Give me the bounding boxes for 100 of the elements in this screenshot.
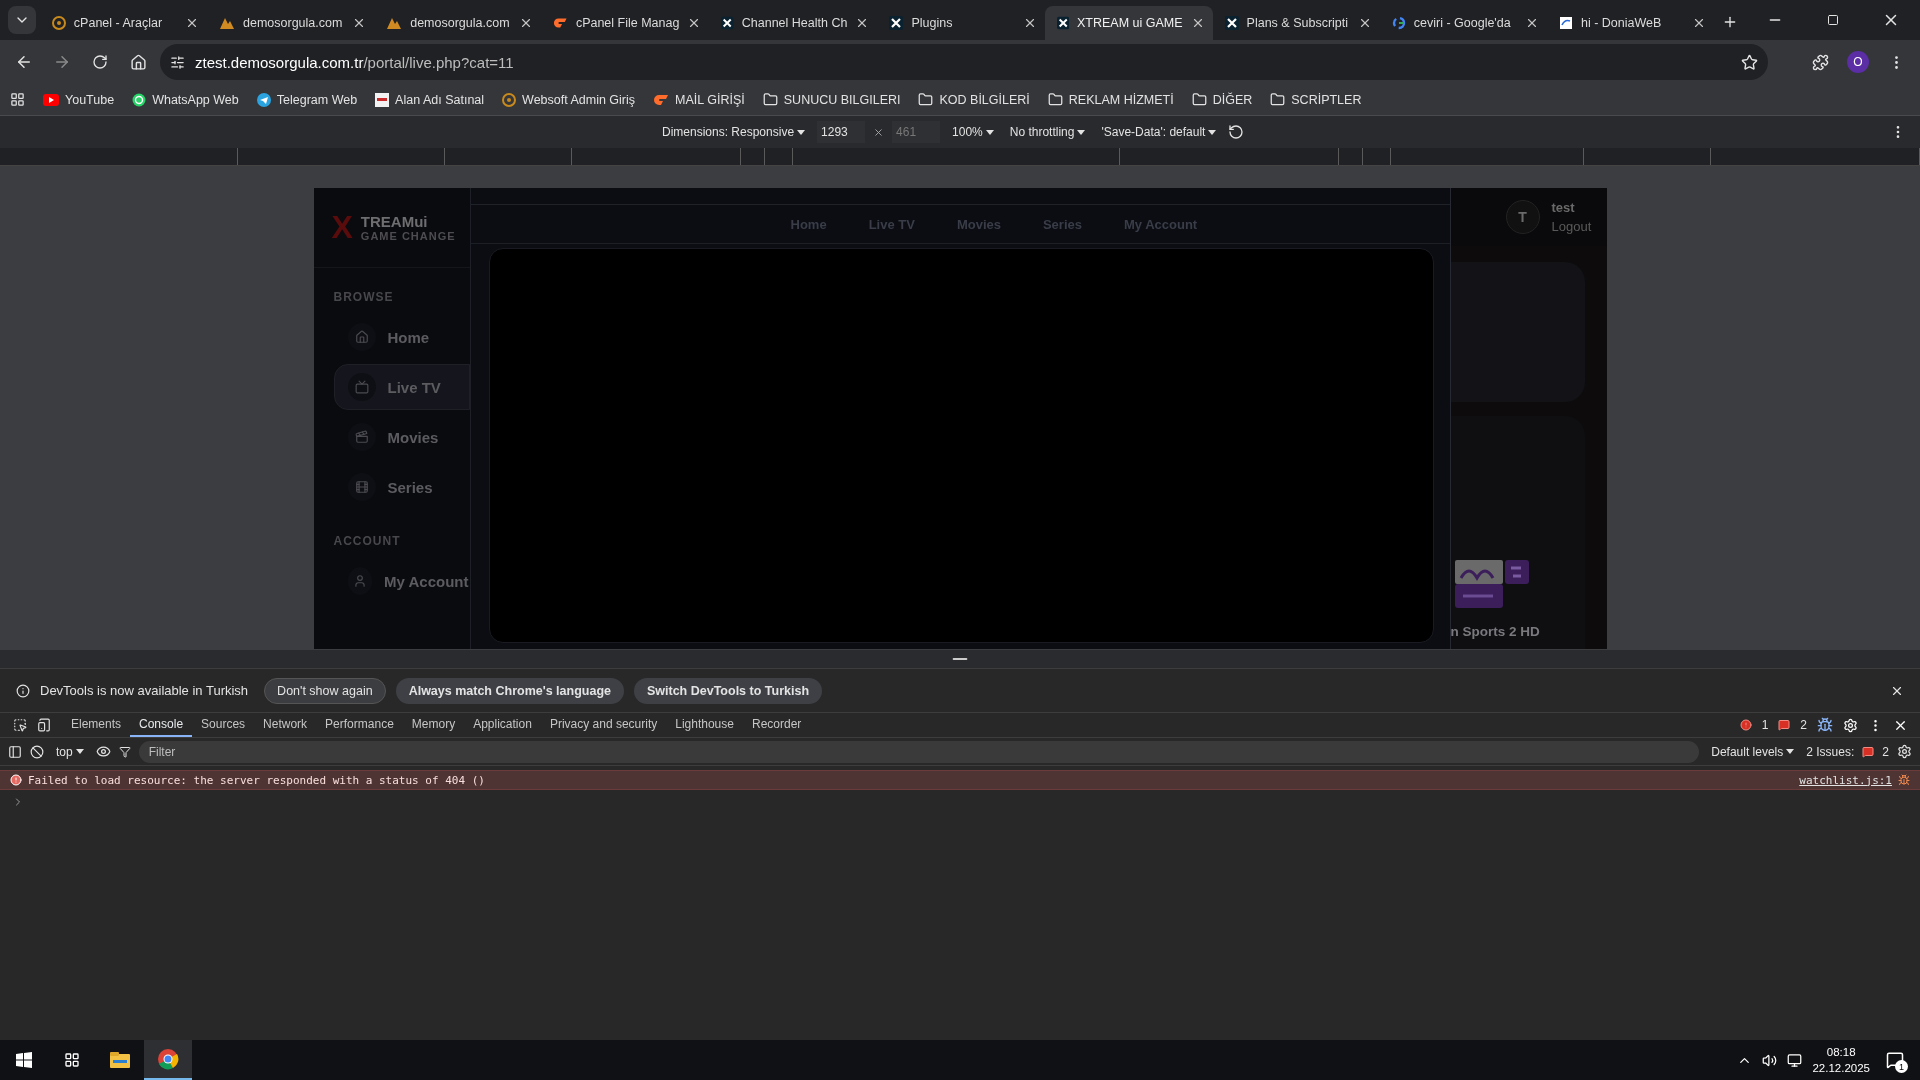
banner-button[interactable]: Switch DevTools to Turkish <box>633 677 823 704</box>
browser-tab[interactable]: cPanel File Manag <box>541 6 710 40</box>
site-icon <box>553 17 568 29</box>
site-icon <box>256 92 271 107</box>
clock-time[interactable]: 08:18 <box>1826 1044 1856 1060</box>
bookmark-star-icon[interactable] <box>1741 53 1758 71</box>
devtools-tab[interactable]: Application <box>464 713 541 737</box>
forward-icon[interactable] <box>53 53 71 71</box>
back-icon[interactable] <box>15 53 33 71</box>
bookmark-link[interactable]: SCRİPTLER <box>1270 92 1362 107</box>
dimensions-dropdown[interactable]: Dimensions: Responsive <box>658 125 810 139</box>
devtools-tab[interactable]: Console <box>130 713 193 737</box>
notifications-icon[interactable] <box>1886 1051 1904 1069</box>
levels-dropdown[interactable]: Default levels <box>1707 744 1799 759</box>
notification-badge: 1 <box>1895 1060 1908 1073</box>
bookmark-link[interactable]: Telegram Web <box>256 92 358 107</box>
volume-icon[interactable] <box>1762 1052 1778 1068</box>
site-icon <box>653 93 670 106</box>
banner-button[interactable]: Always match Chrome's language <box>395 677 624 704</box>
browser-tab[interactable]: cPanel - Araçlar <box>39 6 208 40</box>
browser-tab[interactable]: Plans & Subscripti <box>1212 6 1380 40</box>
bug-icon[interactable] <box>1817 717 1833 733</box>
house-icon <box>354 330 369 344</box>
user-name: test <box>1551 200 1576 215</box>
filter-icon <box>118 745 131 758</box>
warning-count[interactable]: 2 <box>1800 718 1807 732</box>
clock-date[interactable]: 22.12.2025 <box>1812 1060 1870 1076</box>
bookmark-link[interactable]: Websoft Admin Giriş <box>502 92 636 107</box>
bookmark-link[interactable]: SUNUCU BILGILERI <box>762 92 901 107</box>
bookmark-link[interactable]: REKLAM HİZMETİ <box>1047 92 1174 107</box>
folder-icon[interactable] <box>110 1052 130 1068</box>
device-toggle-icon[interactable] <box>37 718 51 732</box>
devtools-tab[interactable]: Lighthouse <box>666 713 743 737</box>
site-icon <box>132 92 147 107</box>
home-icon[interactable] <box>129 53 147 71</box>
devtools-tab[interactable]: Recorder <box>742 713 811 737</box>
apps-icon[interactable] <box>10 92 25 107</box>
browser-tab[interactable]: hi - DoniaWeB <box>1546 6 1715 40</box>
task-view-icon[interactable] <box>64 1052 80 1068</box>
windows-logo-icon[interactable] <box>16 1052 32 1068</box>
devtools-tab[interactable]: Privacy and security <box>540 713 667 737</box>
rotate-icon[interactable] <box>1228 124 1245 140</box>
profile-avatar[interactable]: O <box>1847 51 1869 73</box>
channel-card[interactable]: n Sports 2 HD <box>1450 416 1585 649</box>
browser-tab[interactable]: ceviri - Google'da <box>1379 6 1547 40</box>
eye-icon[interactable] <box>95 744 111 759</box>
devtools-tab[interactable]: Network <box>254 713 317 737</box>
banner-button[interactable]: Don't show again <box>264 677 386 704</box>
bookmark-link[interactable]: YouTube <box>43 92 115 107</box>
zoom-dropdown[interactable]: 100% <box>948 125 998 139</box>
browser-tab[interactable]: Channel Health Ch <box>709 6 878 40</box>
source-link[interactable]: watchlist.js:1 <box>1799 773 1892 787</box>
section-heading: BROWSE <box>333 290 395 304</box>
bookmark-link[interactable]: WhatsApp Web <box>132 92 239 107</box>
folder-icon <box>1047 92 1063 107</box>
user-avatar: T <box>1505 200 1540 234</box>
issues-count[interactable]: 2 <box>1882 744 1889 759</box>
devtools-tab[interactable]: Elements <box>62 713 131 737</box>
width-field[interactable]: 1293 <box>817 121 866 143</box>
site-icon <box>51 16 66 30</box>
site-icon <box>1056 16 1069 30</box>
channel-name: n Sports 2 HD <box>1450 624 1541 639</box>
bookmark-link[interactable]: MAİL GİRİŞİ <box>653 92 745 107</box>
reload-icon[interactable] <box>92 54 108 70</box>
browser-tab[interactable]: Plugins <box>877 6 1045 40</box>
browser-tab[interactable]: demosorgula.com <box>207 6 375 40</box>
clear-console-icon[interactable] <box>30 744 44 759</box>
tab-title: cPanel - Araçlar <box>73 16 164 30</box>
devtools-tab[interactable]: Memory <box>402 713 465 737</box>
brand-name: TREAMui <box>360 213 429 230</box>
browser-taskbar-button[interactable] <box>144 1040 192 1080</box>
error-count[interactable]: 1 <box>1761 718 1769 732</box>
extensions-icon[interactable] <box>1811 53 1829 71</box>
inspect-icon[interactable] <box>13 718 27 732</box>
bookmark-link[interactable]: DİĞER <box>1191 92 1253 107</box>
network-icon[interactable] <box>1787 1052 1803 1068</box>
context-dropdown[interactable]: top <box>52 744 88 759</box>
tab-title: cPanel File Manag <box>575 16 680 30</box>
site-settings-icon[interactable] <box>170 54 185 70</box>
bookmark-link[interactable]: KOD BİLGİLERİ <box>918 92 1030 107</box>
bookmark-link[interactable]: Alan Adı Satınal <box>375 92 485 107</box>
issues-label[interactable]: 2 Issues: <box>1806 744 1855 759</box>
tab-list-button[interactable] <box>8 6 36 34</box>
throttling-dropdown[interactable]: No throttling <box>1005 125 1090 139</box>
sidebar-toggle-icon[interactable] <box>8 744 22 759</box>
film-icon <box>354 480 369 494</box>
warning-icon <box>1778 719 1791 731</box>
settings-icon[interactable] <box>1897 744 1912 759</box>
devtools-tab[interactable]: Performance <box>316 713 403 737</box>
restore-icon[interactable] <box>1827 14 1839 26</box>
address-bar[interactable]: ztest.demosorgula.com.tr/portal/live.php?cat=11 <box>160 44 1768 80</box>
tab-title: Plans & Subscripti <box>1246 16 1350 30</box>
filter-field[interactable]: Filter <box>138 740 1700 763</box>
site-icon <box>1558 16 1573 30</box>
browser-tab[interactable]: XTREAM ui GAME <box>1044 6 1213 40</box>
tab-title: ceviri - Google'da <box>1413 16 1512 30</box>
devtools-tab[interactable]: Sources <box>192 713 255 737</box>
issue-icon <box>1862 745 1875 758</box>
save-data-dropdown[interactable]: 'Save-Data': default <box>1097 125 1221 139</box>
browser-tab[interactable]: demosorgula.com <box>374 6 542 40</box>
